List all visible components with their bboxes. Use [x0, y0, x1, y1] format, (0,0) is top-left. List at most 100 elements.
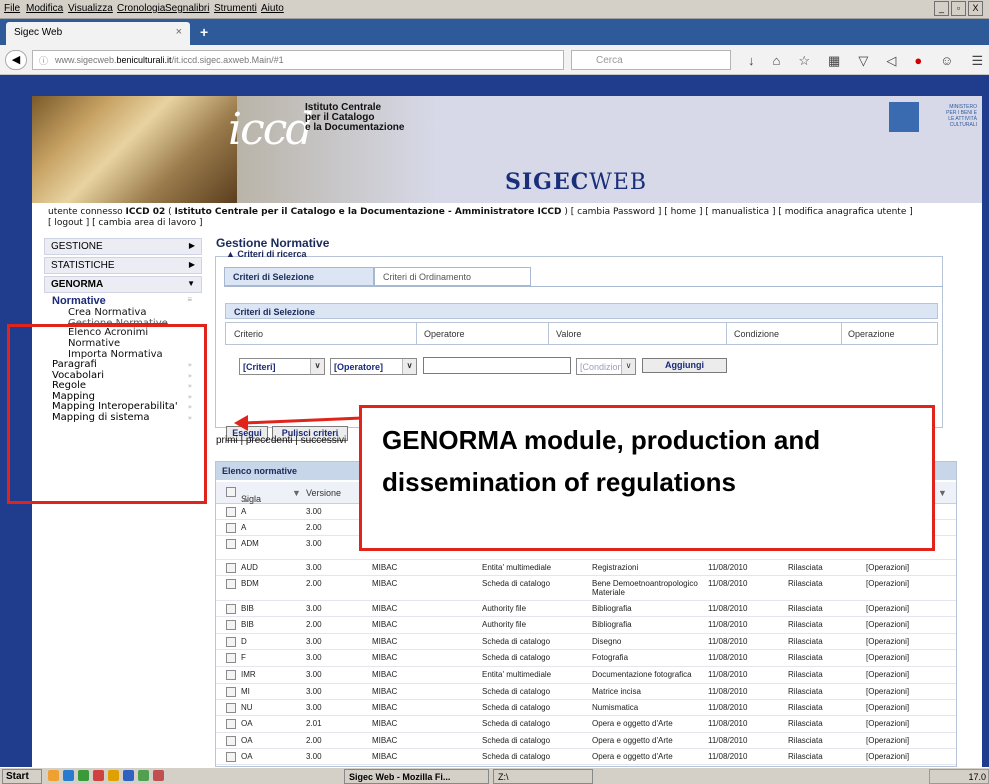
- browser-tab[interactable]: Sigec Web ×: [6, 22, 190, 45]
- pagination[interactable]: primi | precedenti | successivi: [216, 435, 346, 446]
- criteria-legend[interactable]: ▲ Criteri di ricerca: [226, 249, 306, 259]
- table-row[interactable]: BDM 2.00 MIBAC Scheda di catalogo Bene Demoe…: [216, 576, 956, 601]
- table-row[interactable]: F 3.00 MIBAC Scheda di catalogo Fotografia 11…: [216, 650, 956, 667]
- menu-modifica[interactable]: Modifica: [26, 3, 63, 14]
- cell-operazioni[interactable]: [Operazioni]: [866, 719, 909, 728]
- row-checkbox[interactable]: [226, 653, 236, 663]
- collapse-arrow-icon[interactable]: ▲: [226, 249, 237, 259]
- chat-icon[interactable]: ☺: [940, 53, 953, 69]
- user-links[interactable]: ) [ cambia Password ] [ home ] [ manuali…: [562, 207, 912, 217]
- tab-strip: Sigec Web × +: [0, 19, 989, 45]
- app-icon[interactable]: [48, 770, 59, 781]
- app-icon[interactable]: [78, 770, 89, 781]
- row-checkbox[interactable]: [226, 752, 236, 762]
- taskbar-item-explorer[interactable]: Z:\: [493, 769, 593, 784]
- reading-list-icon[interactable]: ▦: [828, 53, 840, 69]
- url-bar[interactable]: ⓘ www.sigecweb.beniculturali.it/it.iccd.…: [32, 50, 580, 70]
- table-row[interactable]: NU 3.00 MIBAC Scheda di catalogo Numismatica…: [216, 700, 956, 716]
- toolbar-icons: ↓ ⌂ ☆ ▦ ▽ ◁ ● ☺ ☰: [748, 53, 983, 69]
- start-button[interactable]: Start: [2, 769, 42, 784]
- search-input[interactable]: Cerca: [571, 50, 731, 70]
- maximize-button[interactable]: ▫: [951, 1, 966, 16]
- column-menu-icon[interactable]: ▼: [938, 488, 947, 498]
- download-icon[interactable]: ↓: [748, 53, 755, 69]
- row-checkbox[interactable]: [226, 523, 236, 533]
- app-icon[interactable]: [63, 770, 74, 781]
- hamburger-menu-icon[interactable]: ☰: [971, 53, 983, 69]
- row-checkbox[interactable]: [226, 563, 236, 573]
- taskbar-item-firefox[interactable]: Sigec Web - Mozilla Fi...: [344, 769, 489, 784]
- minimize-button[interactable]: _: [934, 1, 949, 16]
- cell-operazioni[interactable]: [Operazioni]: [866, 620, 909, 629]
- row-checkbox[interactable]: [226, 579, 236, 589]
- cell-operazioni[interactable]: [Operazioni]: [866, 579, 909, 588]
- condition-select[interactable]: [Condizione] ∨: [576, 358, 636, 375]
- value-input[interactable]: [423, 357, 571, 374]
- table-row[interactable]: OA 2.01 MIBAC Scheda di catalogo Opera e ogg…: [216, 716, 956, 733]
- sidebar-item-crea-normativa[interactable]: Crea Normativa: [44, 307, 202, 318]
- info-icon[interactable]: ⓘ: [39, 54, 48, 67]
- cell-operazioni[interactable]: [Operazioni]: [866, 752, 909, 761]
- table-row[interactable]: AUD 3.00 MIBAC Entita' multimediale Registra…: [216, 560, 956, 576]
- row-checkbox[interactable]: [226, 507, 236, 517]
- cell-operazioni[interactable]: [Operazioni]: [866, 670, 909, 679]
- sidebar-section-statistiche[interactable]: STATISTICHE ▶: [44, 257, 202, 274]
- back-button[interactable]: ◀: [5, 50, 27, 70]
- row-checkbox[interactable]: [226, 736, 236, 746]
- menu-segnalibri[interactable]: Segnalibri: [165, 3, 209, 14]
- cell-ente: MIBAC: [372, 579, 398, 588]
- cell-operazioni[interactable]: [Operazioni]: [866, 604, 909, 613]
- menu-aiuto[interactable]: Aiuto: [261, 3, 284, 14]
- app-icon[interactable]: [108, 770, 119, 781]
- table-row[interactable]: OA 2.00 MIBAC Scheda di catalogo Opera e ogg…: [216, 733, 956, 749]
- menu-strumenti[interactable]: Strumenti: [214, 3, 257, 14]
- sidebar-item-normative[interactable]: Normative ≡: [44, 295, 202, 307]
- row-checkbox[interactable]: [226, 620, 236, 630]
- home-icon[interactable]: ⌂: [773, 53, 781, 69]
- send-icon[interactable]: ◁: [886, 53, 896, 69]
- select-all-checkbox[interactable]: [226, 487, 236, 497]
- operator-select[interactable]: [Operatore] ∨: [330, 358, 417, 375]
- sidebar-section-gestione[interactable]: GESTIONE ▶: [44, 238, 202, 255]
- row-checkbox[interactable]: [226, 637, 236, 647]
- app-icon[interactable]: [123, 770, 134, 781]
- new-tab-icon[interactable]: +: [200, 24, 208, 40]
- user-links-2[interactable]: [ logout ] [ cambia area di lavoro ]: [48, 218, 203, 228]
- cell-operazioni[interactable]: [Operazioni]: [866, 563, 909, 572]
- app-icon[interactable]: [153, 770, 164, 781]
- menu-file[interactable]: File: [4, 3, 20, 14]
- close-tab-icon[interactable]: ×: [176, 26, 182, 38]
- table-row[interactable]: MI 3.00 MIBAC Scheda di catalogo Matrice inc…: [216, 684, 956, 700]
- cell-operazioni[interactable]: [Operazioni]: [866, 736, 909, 745]
- app-icon[interactable]: [138, 770, 149, 781]
- table-row[interactable]: IMR 3.00 MIBAC Entita' multimediale Document…: [216, 667, 956, 684]
- criteria-select[interactable]: [Criteri] ∨: [239, 358, 325, 375]
- row-checkbox[interactable]: [226, 604, 236, 614]
- row-checkbox[interactable]: [226, 703, 236, 713]
- col-versione[interactable]: Versione: [306, 488, 341, 498]
- pocket-icon[interactable]: ▽: [858, 53, 868, 69]
- menu-cronologia[interactable]: Cronologia: [117, 3, 165, 14]
- table-row[interactable]: OA 3.00 MIBAC Scheda di catalogo Opera e ogg…: [216, 749, 956, 765]
- cell-operazioni[interactable]: [Operazioni]: [866, 687, 909, 696]
- tab-criteri-ordinamento[interactable]: Criteri di Ordinamento: [374, 267, 531, 286]
- adblock-icon[interactable]: ●: [914, 53, 922, 69]
- row-checkbox[interactable]: [226, 687, 236, 697]
- row-checkbox[interactable]: [226, 670, 236, 680]
- row-checkbox[interactable]: [226, 539, 236, 549]
- close-window-button[interactable]: X: [968, 1, 983, 16]
- table-row[interactable]: D 3.00 MIBAC Scheda di catalogo Disegno 11/08…: [216, 634, 956, 650]
- tab-criteri-selezione[interactable]: Criteri di Selezione: [224, 267, 374, 286]
- app-icon[interactable]: [93, 770, 104, 781]
- menu-visualizza[interactable]: Visualizza: [68, 3, 113, 14]
- cell-operazioni[interactable]: [Operazioni]: [866, 703, 909, 712]
- table-row[interactable]: BIB 3.00 MIBAC Authority file Bibliografia 11…: [216, 601, 956, 617]
- cell-data: 11/08/2010: [708, 604, 748, 613]
- add-button[interactable]: Aggiungi: [642, 358, 727, 373]
- sidebar-section-genorma[interactable]: GENORMA ▼: [44, 276, 202, 293]
- cell-operazioni[interactable]: [Operazioni]: [866, 653, 909, 662]
- cell-operazioni[interactable]: [Operazioni]: [866, 637, 909, 646]
- table-row[interactable]: BIB 2.00 MIBAC Authority file Bibliografia 11…: [216, 617, 956, 634]
- bookmark-star-icon[interactable]: ☆: [798, 53, 810, 69]
- row-checkbox[interactable]: [226, 719, 236, 729]
